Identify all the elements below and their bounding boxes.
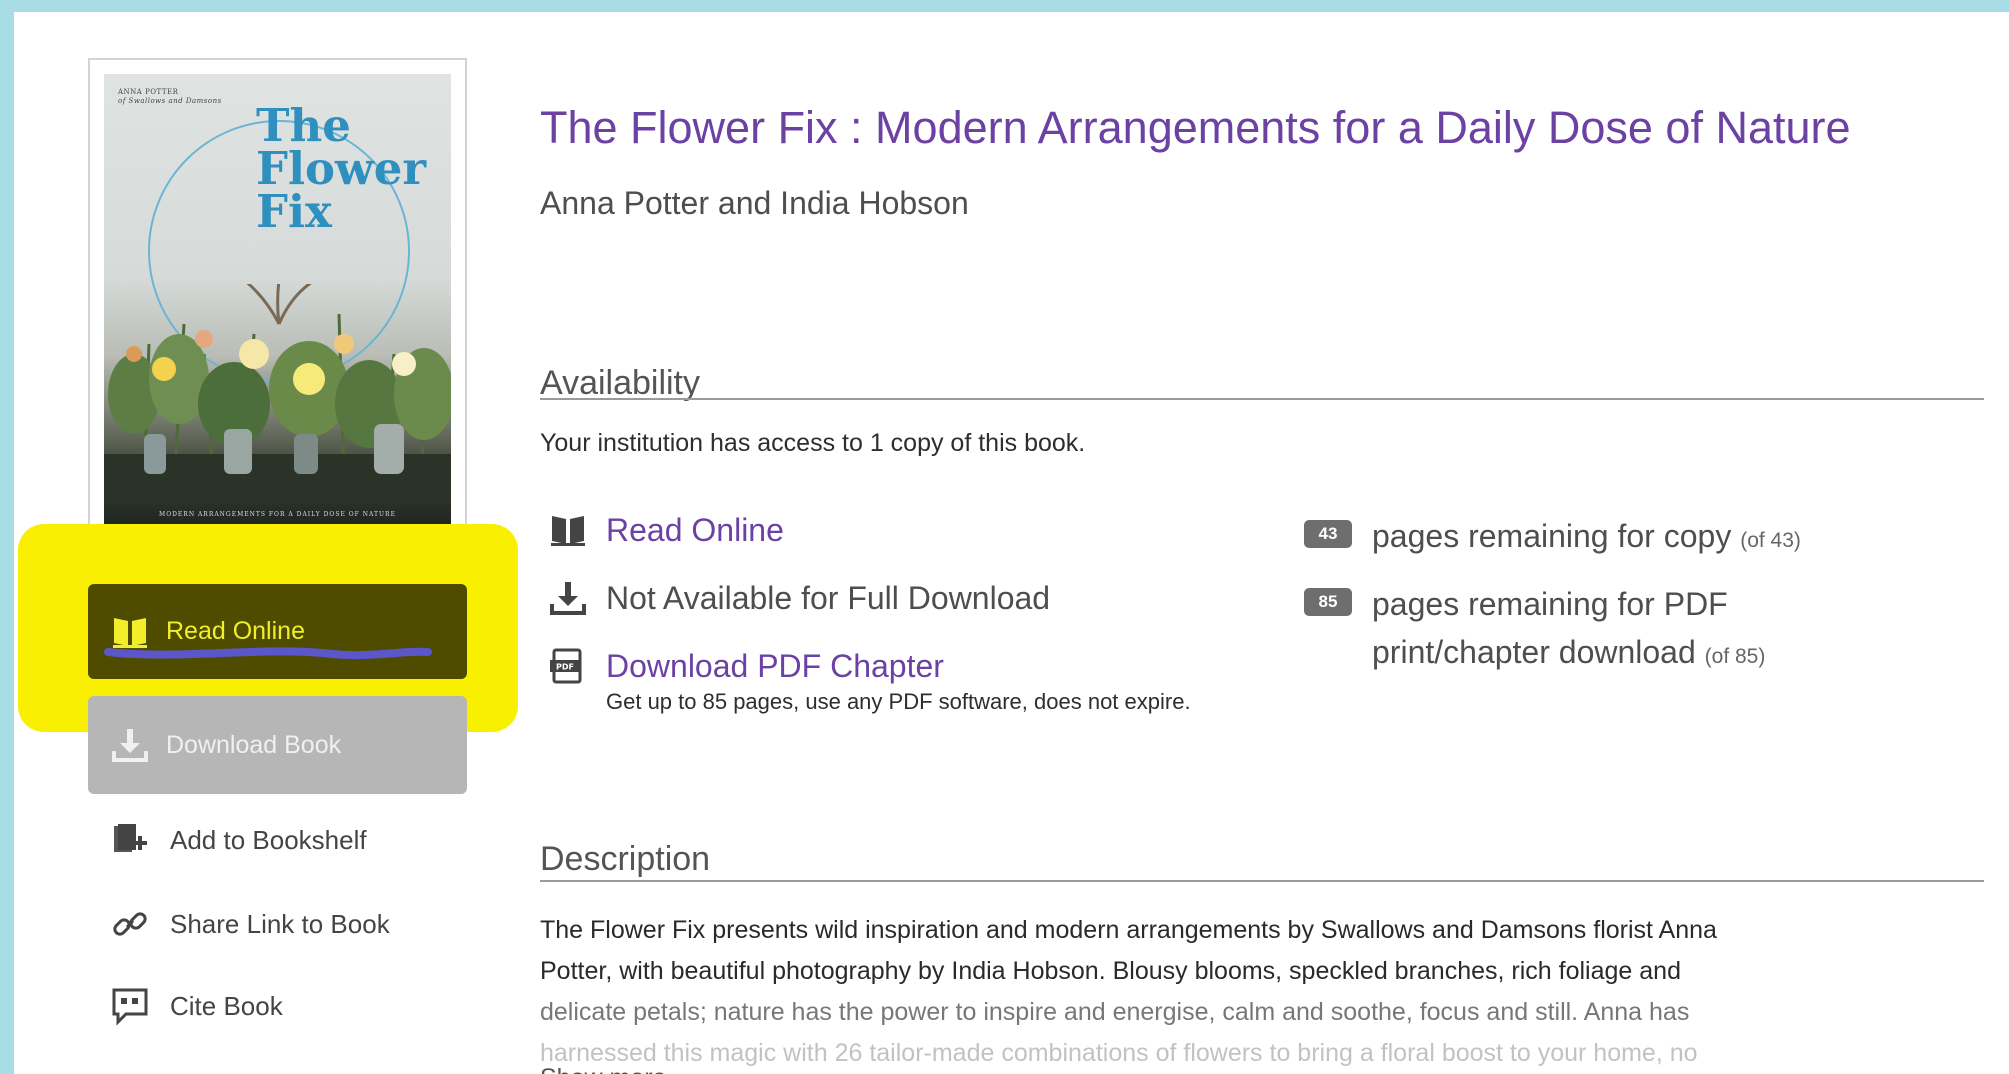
cover-author: ANNA POTTER of Swallows and Damsons bbox=[118, 88, 222, 105]
book-authors[interactable]: Anna Potter and India Hobson bbox=[540, 185, 969, 222]
svg-text:PDF: PDF bbox=[556, 663, 574, 672]
not-available-label: Not Available for Full Download bbox=[606, 579, 1051, 616]
copy-quota-text: pages remaining for copy bbox=[1372, 518, 1732, 554]
pdf-pages-badge: 85 bbox=[1304, 588, 1352, 616]
blue-underline-annotation bbox=[104, 647, 432, 660]
description-text: The Flower Fix presents wild inspiration… bbox=[540, 916, 1717, 1067]
pdf-chapter-note: Get up to 85 pages, use any PDF software… bbox=[606, 689, 1191, 714]
book-cover-frame[interactable]: ANNA POTTER of Swallows and Damsons The … bbox=[88, 58, 467, 544]
quote-icon bbox=[112, 988, 148, 1026]
link-icon bbox=[113, 912, 147, 936]
cover-subtitle: MODERN ARRANGEMENTS FOR A DAILY DOSE OF … bbox=[159, 511, 396, 518]
description-divider bbox=[540, 880, 1984, 882]
download-pdf-chapter-label[interactable]: Download PDF Chapter bbox=[606, 648, 944, 685]
full-download-status: Not Available for Full Download bbox=[548, 578, 1050, 618]
cite-book-link[interactable]: Cite Book bbox=[110, 986, 283, 1026]
download-book-button[interactable]: Download Book bbox=[88, 696, 467, 794]
read-online-label: Read Online bbox=[166, 617, 305, 645]
add-to-bookshelf-label: Add to Bookshelf bbox=[170, 824, 367, 855]
copy-quota-of: (of 43) bbox=[1740, 529, 1801, 552]
access-text: Your institution has access to 1 copy of… bbox=[540, 429, 1086, 457]
book-detail-page: ANNA POTTER of Swallows and Damsons The … bbox=[14, 12, 2009, 1074]
pdf-quota: 85 pages remaining for PDF print/chapter… bbox=[1304, 580, 1765, 681]
availability-divider bbox=[540, 398, 1984, 400]
cover-title: The Flower Fix bbox=[256, 99, 427, 238]
download-icon bbox=[112, 729, 148, 762]
cite-book-label: Cite Book bbox=[170, 990, 283, 1021]
share-link-to-book[interactable]: Share Link to Book bbox=[110, 904, 390, 944]
read-online-option-label[interactable]: Read Online bbox=[606, 512, 784, 549]
pdf-quota-text-1: pages remaining for PDF bbox=[1372, 586, 1728, 622]
read-online-button[interactable]: Read Online bbox=[88, 584, 467, 679]
show-more-link[interactable]: Show more bbox=[540, 1064, 666, 1074]
pdf-quota-of: (of 85) bbox=[1704, 645, 1766, 668]
download-icon bbox=[550, 582, 586, 615]
pdf-icon: PDF bbox=[550, 648, 582, 684]
read-online-option[interactable]: Read Online bbox=[548, 510, 784, 550]
copy-pages-badge: 43 bbox=[1304, 520, 1352, 548]
copy-quota: 43 pages remaining for copy (of 43) bbox=[1304, 512, 1801, 565]
description-heading: Description bbox=[540, 840, 711, 878]
pdf-quota-text-2: print/chapter download bbox=[1372, 634, 1696, 670]
book-title: The Flower Fix : Modern Arrangements for… bbox=[540, 102, 1851, 153]
book-cover-image: ANNA POTTER of Swallows and Damsons The … bbox=[104, 74, 451, 528]
bookshelf-add-icon bbox=[114, 824, 147, 852]
book-open-icon bbox=[551, 516, 585, 546]
download-book-label: Download Book bbox=[166, 730, 342, 759]
download-pdf-chapter-option[interactable]: PDF Download PDF Chapter bbox=[548, 646, 944, 686]
add-to-bookshelf-link[interactable]: Add to Bookshelf bbox=[110, 820, 367, 860]
cover-flowers-illustration bbox=[104, 284, 451, 504]
share-link-label: Share Link to Book bbox=[170, 908, 390, 939]
